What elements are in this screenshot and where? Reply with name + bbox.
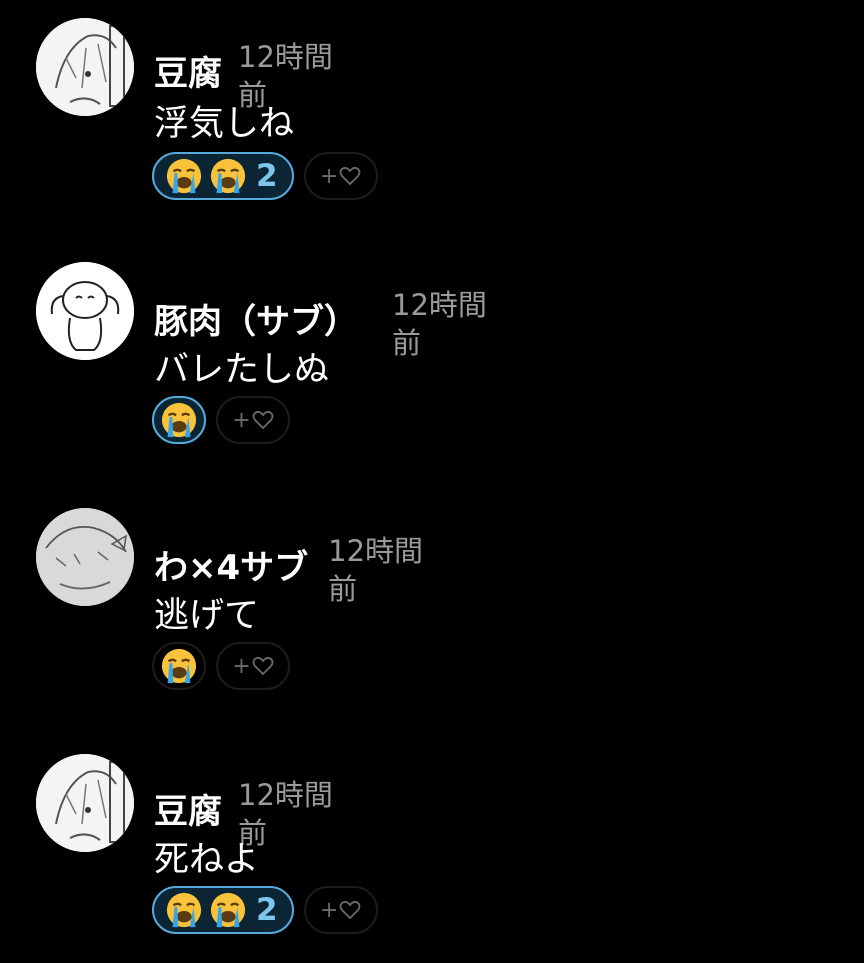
add-reaction-button[interactable]: + [216,642,290,690]
crying-face-icon [210,158,246,194]
rabbit-avatar-icon [36,262,134,360]
avatar[interactable] [36,508,134,606]
reaction-chip[interactable]: 2 [152,152,294,200]
heart-icon [252,656,274,676]
add-reaction-button[interactable]: + [216,396,290,444]
reaction-bar: + [152,396,290,444]
crying-face-icon [161,402,197,438]
add-reaction-button[interactable]: + [303,886,378,934]
timestamp: 12時間前 [328,534,424,606]
crying-face-icon [161,648,197,684]
comment-text: 浮気しね [154,104,295,144]
comment-text: 逃げて [154,596,260,636]
add-reaction-label: + [319,163,339,189]
timestamp: 12時間前 [392,288,487,360]
crying-face-icon [166,892,202,928]
heart-icon [339,900,361,920]
author-name[interactable]: わ×4サブ [154,546,308,590]
reaction-chip[interactable] [152,642,206,690]
author-name[interactable]: 豆腐 [154,52,222,96]
reaction-count: 2 [256,892,278,928]
author-name[interactable]: 豚肉（サブ） [154,300,358,344]
add-reaction-button[interactable]: + [303,152,378,200]
add-reaction-label: + [232,653,251,679]
add-reaction-label: + [232,407,251,433]
author-name[interactable]: 豆腐 [154,790,222,834]
heart-icon [252,410,274,430]
avatar[interactable] [36,262,134,360]
sketch-avatar-icon [36,508,134,606]
reaction-count: 2 [256,158,278,194]
reaction-bar: 2 + [152,152,378,200]
crying-face-icon [210,892,246,928]
comment-text: 死ねよ [154,840,260,880]
reaction-bar: + [152,642,290,690]
heart-icon [339,166,361,186]
crying-face-icon [166,158,202,194]
avatar[interactable] [36,754,134,852]
comment-text: バレたしぬ [154,350,330,390]
add-reaction-label: + [319,897,339,923]
reaction-bar: 2 + [152,886,378,934]
reaction-chip[interactable] [152,396,206,444]
reaction-chip[interactable]: 2 [152,886,294,934]
sketch-avatar-icon [36,754,134,852]
sketch-avatar-icon [36,18,134,116]
avatar[interactable] [36,18,134,116]
